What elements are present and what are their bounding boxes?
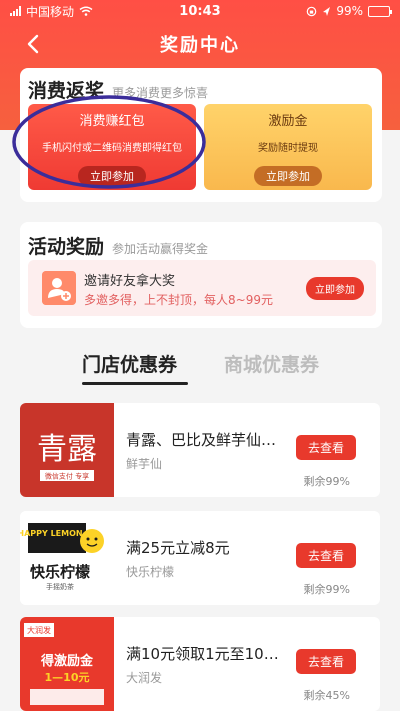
view-coupon-button[interactable]: 去查看 — [295, 435, 356, 460]
incentive-card[interactable]: 激励金 奖励随时提现 立即参加 — [204, 104, 372, 190]
invite-desc: 多邀多得，上不封顶，每人8~99元 — [84, 293, 273, 307]
page-title: 奖励中心 — [160, 35, 240, 56]
incentive-title: 激励金 — [268, 114, 308, 129]
add-friend-icon — [42, 271, 76, 305]
tab-mall-coupons[interactable]: 商城优惠券 — [224, 350, 319, 377]
rebate-section: 消费返奖 更多消费更多惊喜 消费赚红包 手机闪付或二维码消费即得红包 立即参加 … — [20, 68, 382, 202]
battery-percent: 99% — [336, 4, 363, 18]
invite-banner[interactable]: 邀请好友拿大奖 多邀多得，上不封顶，每人8~99元 立即参加 — [28, 260, 376, 316]
coupon-item[interactable]: 青露 微信支付 专享 青露、巴比及鲜芋仙… 鲜芋仙 去查看 剩余99% — [20, 403, 380, 497]
nav-bar: 奖励中心 — [0, 26, 400, 62]
coupon-item[interactable]: HAPPY LEMON 快乐柠檬 手摇奶茶 满25元立减8元 快乐柠檬 去查看 … — [20, 511, 380, 605]
invite-title: 邀请好友拿大奖 — [84, 274, 176, 289]
coupon-merchant: 大润发 — [126, 671, 163, 685]
battery-icon — [368, 5, 392, 17]
activity-section: 活动奖励 参加活动赢得奖金 邀请好友拿大奖 多邀多得，上不封顶，每人8~99元 … — [20, 222, 382, 328]
coupon-remaining: 剩余99% — [303, 583, 350, 596]
coupon-name: 青露、巴比及鲜芋仙… — [126, 431, 277, 449]
coupon-name: 满25元立减8元 — [126, 539, 230, 557]
back-arrow-icon[interactable] — [22, 32, 46, 56]
happy-lemon-logo: HAPPY LEMON 快乐柠檬 手摇奶茶 — [20, 511, 114, 605]
coupon-remaining: 剩余45% — [303, 689, 350, 702]
signal-icon — [10, 6, 21, 16]
rt-mart-logo-amount: 1—10元 — [45, 671, 90, 684]
coupon-name: 满10元领取1元至10元… — [126, 645, 286, 663]
view-coupon-button[interactable]: 去查看 — [295, 543, 356, 568]
red-packet-title: 消费赚红包 — [79, 114, 145, 129]
red-packet-card[interactable]: 消费赚红包 手机闪付或二维码消费即得红包 立即参加 — [28, 104, 196, 190]
rotation-lock-icon — [307, 6, 317, 16]
qinglu-logo-text: 青露 — [37, 432, 97, 467]
view-coupon-button[interactable]: 去查看 — [295, 649, 356, 674]
coupon-merchant: 鲜芋仙 — [126, 457, 163, 471]
happy-lemon-logo-text: 快乐柠檬 — [30, 563, 90, 581]
carrier-label: 中国移动 — [26, 4, 75, 19]
rebate-subtitle: 更多消费更多惊喜 — [112, 86, 209, 100]
coupon-tabs: 门店优惠券 商城优惠券 — [0, 350, 400, 386]
location-icon — [323, 6, 331, 16]
red-packet-desc: 手机闪付或二维码消费即得红包 — [42, 143, 182, 154]
happy-lemon-logo-sub: 手摇奶茶 — [46, 582, 74, 591]
tab-store-coupons[interactable]: 门店优惠券 — [82, 350, 177, 377]
status-bar: 中国移动 10:43 99% — [0, 0, 400, 22]
activity-title: 活动奖励 — [28, 236, 105, 258]
qinglu-logo-sub: 微信支付 专享 — [45, 472, 89, 481]
qinglu-logo: 青露 微信支付 专享 — [20, 403, 114, 497]
rt-mart-logo-top: 大润发 — [27, 625, 51, 635]
rt-mart-logo: 大润发 得激励金 1—10元 — [20, 617, 114, 711]
coupon-remaining: 剩余99% — [303, 475, 350, 488]
red-packet-join-button[interactable]: 立即参加 — [78, 166, 146, 186]
coupon-merchant: 快乐柠檬 — [126, 565, 175, 579]
rebate-title: 消费返奖 — [28, 80, 105, 102]
wifi-icon — [79, 6, 93, 16]
incentive-join-button[interactable]: 立即参加 — [254, 166, 322, 186]
activity-subtitle: 参加活动赢得奖金 — [112, 242, 209, 256]
active-tab-indicator — [82, 382, 188, 385]
incentive-desc: 奖励随时提现 — [258, 143, 318, 154]
happy-lemon-logo-top: HAPPY LEMON — [20, 529, 83, 538]
invite-join-button[interactable]: 立即参加 — [306, 277, 364, 300]
coupon-item[interactable]: 大润发 得激励金 1—10元 满10元领取1元至10元… 大润发 去查看 剩余4… — [20, 617, 380, 711]
rt-mart-logo-text: 得激励金 — [40, 653, 94, 669]
